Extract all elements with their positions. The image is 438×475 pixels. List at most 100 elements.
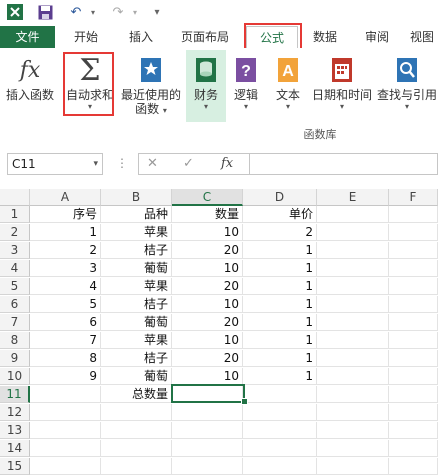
row-header-13[interactable]: 13 [0,422,30,439]
tab-view[interactable]: 视图 [406,26,438,48]
cell-a15[interactable] [30,458,101,475]
cell-d11[interactable] [243,386,317,403]
cell-e13[interactable] [317,422,389,439]
cell-f14[interactable] [389,440,438,457]
fill-handle[interactable] [241,398,248,405]
row-header-4[interactable]: 4 [0,260,30,277]
cell-a11[interactable] [30,386,101,403]
date-time-button[interactable]: 日期和时间 ▾ [310,50,374,122]
row-header-8[interactable]: 8 [0,332,30,349]
cell-c4[interactable]: 10 [172,260,243,277]
cell-b15[interactable] [101,458,172,475]
cell-d6[interactable]: 1 [243,296,317,313]
cell-d14[interactable] [243,440,317,457]
cell-b7[interactable]: 葡萄 [101,314,172,331]
cell-d8[interactable]: 1 [243,332,317,349]
cell-d7[interactable]: 1 [243,314,317,331]
cell-f13[interactable] [389,422,438,439]
cell-c2[interactable]: 10 [172,224,243,241]
cell-d15[interactable] [243,458,317,475]
cell-a14[interactable] [30,440,101,457]
cell-b11[interactable]: 总数量 [101,386,172,403]
cell-a9[interactable]: 8 [30,350,101,367]
cell-a2[interactable]: 1 [30,224,101,241]
cell-e14[interactable] [317,440,389,457]
cell-d10[interactable]: 1 [243,368,317,385]
cell-c14[interactable] [172,440,243,457]
undo-icon[interactable]: ↶ [66,3,86,21]
cell-e9[interactable] [317,350,389,367]
tab-file[interactable]: 文件 [0,26,55,48]
financial-button[interactable]: 财务 ▾ [186,50,226,122]
cell-e4[interactable] [317,260,389,277]
cell-a4[interactable]: 3 [30,260,101,277]
name-box[interactable]: C11 ▾ [7,153,103,175]
excel-app-icon[interactable] [6,3,24,21]
cell-a3[interactable]: 2 [30,242,101,259]
cell-d2[interactable]: 2 [243,224,317,241]
cell-b14[interactable] [101,440,172,457]
row-header-7[interactable]: 7 [0,314,30,331]
cell-e2[interactable] [317,224,389,241]
cell-f8[interactable] [389,332,438,349]
cell-f3[interactable] [389,242,438,259]
cell-a5[interactable]: 4 [30,278,101,295]
cell-e12[interactable] [317,404,389,421]
column-header-f[interactable]: F [389,189,438,206]
cell-e10[interactable] [317,368,389,385]
row-header-15[interactable]: 15 [0,458,30,475]
column-header-d[interactable]: D [243,189,317,206]
row-header-9[interactable]: 9 [0,350,30,367]
undo-dropdown-icon[interactable]: ▾ [88,3,98,21]
cell-f9[interactable] [389,350,438,367]
row-header-14[interactable]: 14 [0,440,30,457]
cell-c8[interactable]: 10 [172,332,243,349]
save-icon[interactable] [36,3,54,21]
tab-home[interactable]: 开始 [63,26,109,48]
cell-e5[interactable] [317,278,389,295]
cell-b3[interactable]: 桔子 [101,242,172,259]
cell-a7[interactable]: 6 [30,314,101,331]
cell-b13[interactable] [101,422,172,439]
cell-a6[interactable]: 5 [30,296,101,313]
tab-data[interactable]: 数据 [304,26,346,48]
cancel-icon[interactable]: ✕ [147,156,158,171]
tab-formulas[interactable]: 公式 [246,26,298,50]
cell-c6[interactable]: 10 [172,296,243,313]
cell-d5[interactable]: 1 [243,278,317,295]
selected-cell-c11[interactable] [171,384,245,403]
row-header-2[interactable]: 2 [0,224,30,241]
cell-d3[interactable]: 1 [243,242,317,259]
cell-c12[interactable] [172,404,243,421]
cell-c3[interactable]: 20 [172,242,243,259]
logical-button[interactable]: ? 逻辑 ▾ [228,50,264,122]
chevron-down-icon[interactable]: ▾ [93,154,98,174]
formula-input[interactable] [250,153,438,175]
cell-b2[interactable]: 苹果 [101,224,172,241]
autosum-button[interactable]: Σ 自动求和 ▾ [64,50,116,122]
tab-review[interactable]: 审阅 [354,26,400,48]
cell-e7[interactable] [317,314,389,331]
cell-d9[interactable]: 1 [243,350,317,367]
row-header-5[interactable]: 5 [0,278,30,295]
confirm-icon[interactable]: ✓ [183,156,194,171]
insert-function-icon[interactable]: fx [221,156,233,171]
cell-a12[interactable] [30,404,101,421]
cell-b1[interactable]: 品种 [101,206,172,223]
column-header-c[interactable]: C [172,189,243,206]
column-header-b[interactable]: B [101,189,172,206]
cell-b4[interactable]: 葡萄 [101,260,172,277]
cell-e15[interactable] [317,458,389,475]
cell-e11[interactable] [317,386,389,403]
cell-a13[interactable] [30,422,101,439]
redo-icon[interactable]: ↷ [108,3,128,21]
cell-a8[interactable]: 7 [30,332,101,349]
column-header-e[interactable]: E [317,189,389,206]
insert-function-button[interactable]: fx 插入函数 [2,50,58,122]
cell-b9[interactable]: 桔子 [101,350,172,367]
cell-e6[interactable] [317,296,389,313]
customize-toolbar-icon[interactable]: ▾ [150,3,164,21]
cell-f7[interactable] [389,314,438,331]
cell-f2[interactable] [389,224,438,241]
lookup-reference-button[interactable]: 查找与引用 ▾ [376,50,438,122]
